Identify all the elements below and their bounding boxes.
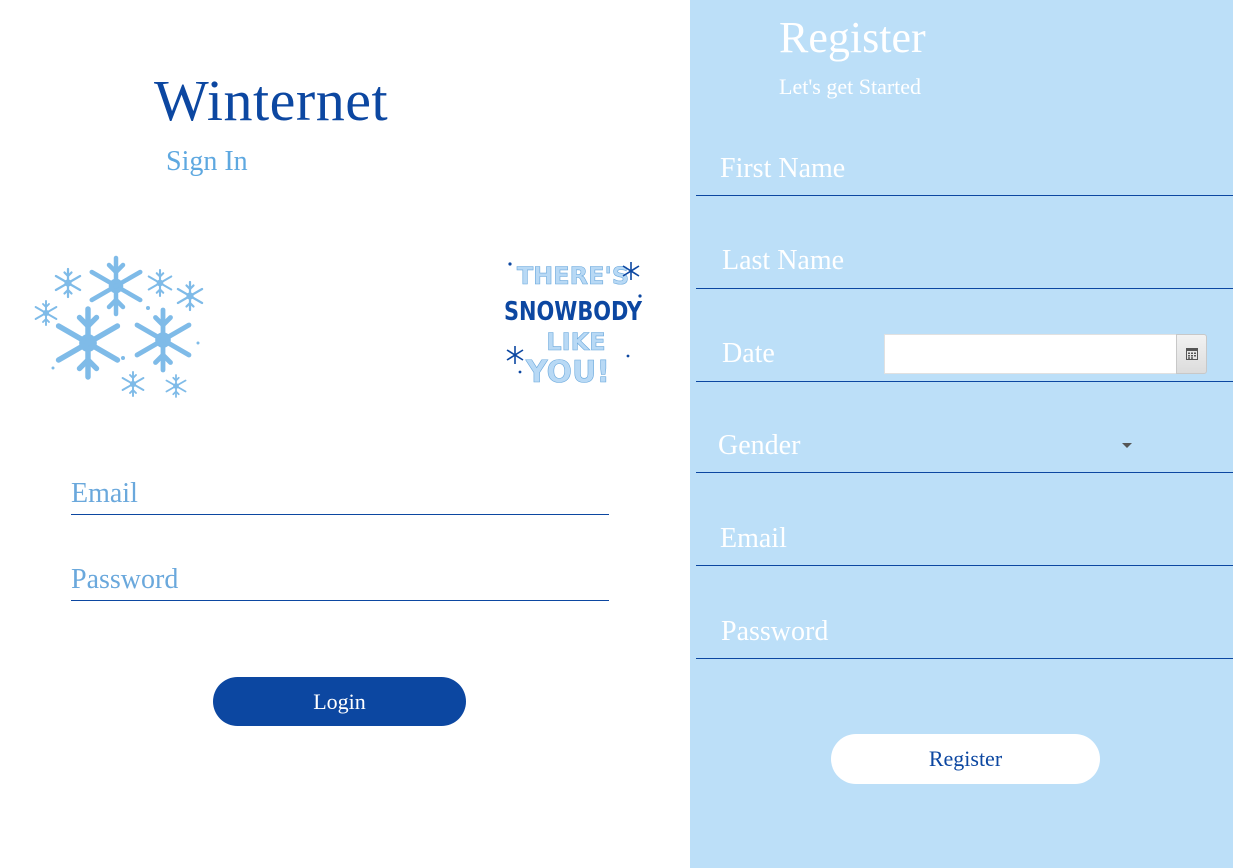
login-email-placeholder: Email [71, 478, 138, 509]
register-password-field[interactable]: Password [696, 612, 1233, 659]
sticker-line-1: THERE'S [517, 262, 629, 290]
gender-label: Gender [718, 430, 801, 461]
date-picker-button[interactable] [1176, 334, 1207, 374]
dropdown-caret-icon[interactable] [1122, 443, 1132, 448]
calendar-icon [1185, 348, 1198, 360]
register-password-placeholder: Password [721, 616, 829, 647]
login-password-field[interactable]: Password [71, 561, 609, 601]
snowbody-sticker-image: THERE'S SNOWBODY LIKE YOU! [504, 262, 643, 388]
signin-panel: Winternet Sign In THERE'S SNOWBODY LIKE … [0, 0, 690, 868]
sticker-line-4: YOU! [525, 355, 610, 388]
register-title: Register [779, 13, 926, 62]
signin-heading: Sign In [166, 146, 248, 177]
date-input[interactable] [884, 334, 1177, 374]
register-email-field[interactable]: Email [696, 520, 1233, 566]
login-email-field[interactable]: Email [71, 475, 609, 515]
login-button[interactable]: Login [213, 677, 466, 726]
login-password-placeholder: Password [71, 564, 179, 595]
date-label: Date [722, 338, 775, 369]
gender-select[interactable]: Gender [696, 422, 1233, 473]
snowflake-cluster-icon [34, 248, 204, 398]
brand-title: Winternet [154, 68, 389, 133]
register-panel: Register Let's get Started First Name La… [690, 0, 1233, 868]
register-button[interactable]: Register [831, 734, 1100, 784]
first-name-placeholder: First Name [720, 153, 846, 184]
last-name-field[interactable]: Last Name [696, 242, 1233, 289]
last-name-placeholder: Last Name [722, 245, 845, 276]
register-email-placeholder: Email [720, 523, 787, 554]
register-subtitle: Let's get Started [779, 74, 922, 99]
sticker-line-3: LIKE [546, 328, 605, 356]
first-name-field[interactable]: First Name [696, 150, 1233, 196]
sticker-line-2: SNOWBODY [504, 297, 643, 327]
